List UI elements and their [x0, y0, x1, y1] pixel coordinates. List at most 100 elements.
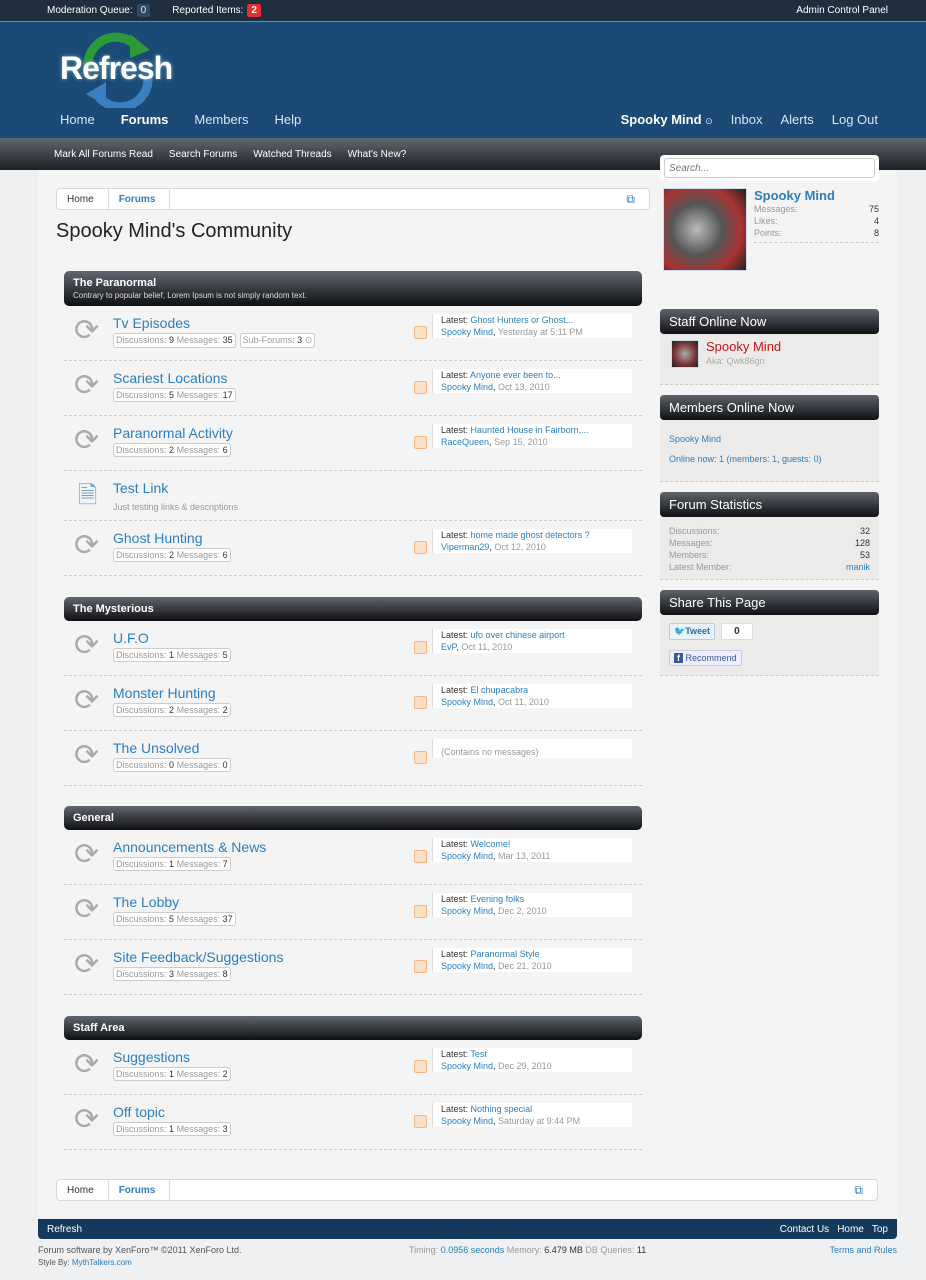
forum-title[interactable]: Paranormal Activity	[113, 425, 233, 441]
latest-user-link[interactable]: Spooky Mind	[441, 1116, 493, 1126]
forum-title[interactable]: Scariest Locations	[113, 370, 227, 386]
rss-feed-icon[interactable]	[414, 326, 427, 339]
latest-user-link[interactable]: Viperman29	[441, 542, 489, 552]
rss-feed-icon[interactable]	[414, 696, 427, 709]
discussions-count: 5	[169, 390, 175, 400]
footer-brand[interactable]: Refresh	[47, 1224, 82, 1235]
contact-us-link[interactable]: Contact Us	[780, 1224, 829, 1235]
footer-home-link[interactable]: Home	[837, 1224, 864, 1235]
sidebar: Spooky Mind Messages: 75 Likes: 4 Points: 8 S…	[660, 155, 879, 676]
rss-feed-icon[interactable]	[414, 1060, 427, 1073]
stat-value[interactable]: manik	[846, 561, 870, 573]
latest-user-link[interactable]: Spooky Mind	[441, 327, 493, 337]
search-forums-link[interactable]: Search Forums	[169, 149, 237, 160]
latest-meta: Spooky Mind, Saturday at 9:44 PM	[441, 1116, 581, 1126]
tab-forums[interactable]: Forums	[121, 112, 169, 127]
latest-thread-link[interactable]: El chupacabra	[471, 685, 529, 695]
style-link[interactable]: MythTalkers.com	[72, 1258, 132, 1267]
forum-title[interactable]: Site Feedback/Suggestions	[113, 949, 283, 965]
tweet-button[interactable]: 🐦Tweet	[669, 623, 716, 640]
latest-thread-link[interactable]: Paranormal Style	[471, 949, 540, 959]
recommend-button[interactable]: f Recommend	[669, 650, 742, 666]
rss-feed-icon[interactable]	[414, 436, 427, 449]
category-header[interactable]: General	[64, 806, 642, 830]
category-title[interactable]: General	[73, 812, 633, 824]
staff-avatar[interactable]	[671, 340, 699, 368]
rss-feed-icon[interactable]	[414, 1115, 427, 1128]
tab-home[interactable]: Home	[60, 112, 95, 127]
latest-thread-link[interactable]: Evening folks	[471, 894, 525, 904]
latest-thread-link[interactable]: Test	[470, 1049, 487, 1059]
category-title[interactable]: The Mysterious	[73, 603, 633, 615]
avatar[interactable]	[663, 188, 747, 271]
forum-title[interactable]: The Lobby	[113, 894, 179, 910]
forum-title[interactable]: The Unsolved	[113, 740, 199, 756]
rss-feed-icon[interactable]	[414, 381, 427, 394]
watched-threads-link[interactable]: Watched Threads	[253, 149, 331, 160]
category-title[interactable]: Staff Area	[73, 1022, 633, 1034]
latest-user-link[interactable]: Spooky Mind	[441, 697, 493, 707]
latest-thread-link[interactable]: Ghost Hunters or Ghost...	[471, 315, 574, 325]
terms-link[interactable]: Terms and Rules	[829, 1245, 897, 1255]
rss-feed-icon[interactable]	[414, 641, 427, 654]
forum-title[interactable]: Tv Episodes	[113, 315, 190, 331]
forum-title[interactable]: Off topic	[113, 1104, 165, 1120]
latest-thread-link[interactable]: Nothing special	[471, 1104, 533, 1114]
latest-thread-link[interactable]: Welcome!	[471, 839, 511, 849]
staff-name[interactable]: Spooky Mind	[706, 339, 781, 354]
discussions-count: 2	[169, 445, 175, 455]
forum-title[interactable]: Announcements & News	[113, 839, 266, 855]
whats-new-link[interactable]: What's New?	[348, 149, 407, 160]
tab-help[interactable]: Help	[275, 112, 302, 127]
discussions-label: Discussions:	[116, 859, 167, 869]
rss-feed-icon[interactable]	[414, 960, 427, 973]
latest-user-link[interactable]: Spooky Mind	[441, 906, 493, 916]
breadcrumb-home[interactable]: Home	[57, 1180, 109, 1200]
forum-title[interactable]: Monster Hunting	[113, 685, 216, 701]
latest-user-link[interactable]: RaceQueen	[441, 437, 489, 447]
logo[interactable]: Refresh	[58, 28, 183, 112]
mark-all-read-link[interactable]: Mark All Forums Read	[54, 149, 153, 160]
latest-thread-link[interactable]: home made ghost detectors ?	[471, 530, 590, 540]
tab-members[interactable]: Members	[194, 112, 248, 127]
breadcrumb-forums[interactable]: Forums	[109, 189, 171, 209]
category-header[interactable]: Staff Area	[64, 1016, 642, 1040]
logout-link[interactable]: Log Out	[832, 112, 878, 127]
inbox-link[interactable]: Inbox	[731, 112, 763, 127]
rss-feed-icon[interactable]	[414, 905, 427, 918]
moderation-queue-link[interactable]: Moderation Queue: 0	[47, 4, 151, 17]
category-title[interactable]: The Paranormal	[73, 277, 633, 289]
forum-title[interactable]: Test Link	[113, 480, 168, 496]
online-member[interactable]: Spooky Mind	[669, 429, 870, 449]
jump-icon[interactable]: ⧉	[616, 189, 649, 209]
latest-thread-link[interactable]: Anyone ever been to...	[470, 370, 561, 380]
latest-user-link[interactable]: Spooky Mind	[441, 382, 493, 392]
user-menu[interactable]: Spooky Mind ⊙	[621, 112, 713, 127]
category-header[interactable]: The Mysterious	[64, 597, 642, 621]
forum-title[interactable]: U.F.O	[113, 630, 149, 646]
latest-user-link[interactable]: EvP	[441, 642, 456, 652]
jump-icon[interactable]: ⧉	[844, 1180, 877, 1200]
latest-thread-link[interactable]: ufo over chinese airport	[471, 630, 565, 640]
forum-title[interactable]: Ghost Hunting	[113, 530, 203, 546]
search-input[interactable]	[664, 158, 875, 178]
rss-feed-icon[interactable]	[414, 751, 427, 764]
forum-title[interactable]: Suggestions	[113, 1049, 190, 1065]
stat-label: Discussions:	[669, 526, 720, 536]
latest-user-link[interactable]: Spooky Mind	[441, 851, 493, 861]
latest-thread-link[interactable]: Haunted House in Fairborn,...	[471, 425, 589, 435]
alerts-link[interactable]: Alerts	[781, 112, 814, 127]
breadcrumb-home[interactable]: Home	[57, 189, 109, 209]
rss-feed-icon[interactable]	[414, 850, 427, 863]
reported-items-link[interactable]: Reported Items: 2	[172, 4, 261, 17]
admin-control-panel-link[interactable]: Admin Control Panel	[796, 5, 888, 16]
latest-user-link[interactable]: Spooky Mind	[441, 961, 493, 971]
category-header[interactable]: The Paranormal Contrary to popular belief…	[64, 271, 642, 306]
latest-user-link[interactable]: Spooky Mind	[441, 1061, 493, 1071]
rss-feed-icon[interactable]	[414, 541, 427, 554]
breadcrumb-forums[interactable]: Forums	[109, 1180, 171, 1200]
subforums-toggle[interactable]: Sub-Forums: 3 ⊙	[239, 333, 316, 348]
online-summary[interactable]: Online now: 1 (members: 1, guests: 0)	[669, 449, 870, 469]
visitor-name[interactable]: Spooky Mind	[754, 188, 879, 203]
top-link[interactable]: Top	[872, 1224, 888, 1235]
